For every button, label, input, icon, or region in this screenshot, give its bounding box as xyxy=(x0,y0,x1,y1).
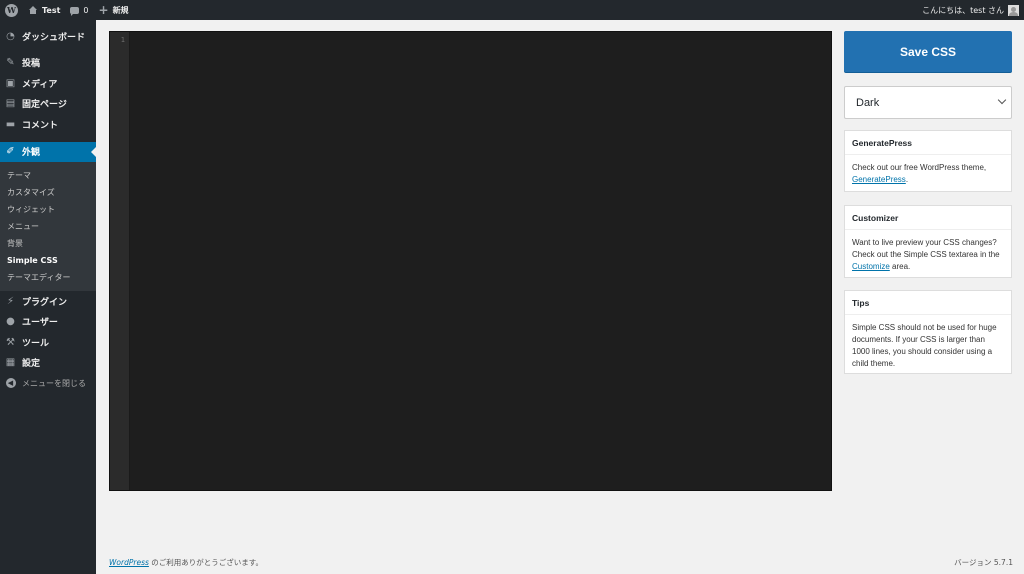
footer-thankyou-text: のご利用ありがとうございます。 xyxy=(148,558,264,567)
collapse-menu-button[interactable]: ◀ メニューを閉じる xyxy=(0,373,96,394)
customizer-box-text: Want to live preview your CSS changes? C… xyxy=(845,230,1011,280)
sidebar-item-tools[interactable]: ⚒ ツール xyxy=(0,332,96,353)
customize-link[interactable]: Customize xyxy=(852,262,890,271)
comment-icon: ▬ xyxy=(5,118,16,130)
sidebar-item-label: ユーザー xyxy=(22,318,58,329)
greeting-text: こんにちは、test さん xyxy=(922,5,1004,15)
wrench-icon: ⚒ xyxy=(6,336,15,348)
sidebar-item-appearance[interactable]: ✐ 外観 xyxy=(0,141,96,162)
sidebar-item-label: 外観 xyxy=(22,148,41,159)
user-icon: ● xyxy=(6,316,15,328)
my-account-link[interactable]: こんにちは、test さん xyxy=(922,4,1024,16)
new-label: 新規 xyxy=(112,5,129,15)
site-name: Test xyxy=(42,5,61,15)
submenu-item-widgets[interactable]: ウィジェット xyxy=(0,201,96,218)
generatepress-text: Check out our free WordPress theme, xyxy=(852,163,987,172)
generatepress-box: GeneratePress Check out our free WordPre… xyxy=(844,130,1012,192)
footer-version: バージョン 5.7.1 xyxy=(954,558,1013,567)
wordpress-link[interactable]: WordPress xyxy=(109,558,149,567)
media-icon: ▣ xyxy=(5,77,16,89)
sidebar-item-plugins[interactable]: ⚡ プラグイン xyxy=(0,291,96,312)
sidebar-item-settings[interactable]: ▦ 設定 xyxy=(0,353,96,374)
new-content-link[interactable]: + 新規 xyxy=(94,0,134,20)
css-code-editor[interactable]: 1 xyxy=(109,31,832,491)
tips-box: Tips Simple CSS should not be used for h… xyxy=(844,290,1012,374)
sidebar-item-label: ツール xyxy=(22,338,50,349)
sidebar-item-dashboard[interactable]: ◔ ダッシュボード xyxy=(0,26,96,47)
submenu-item-menus[interactable]: メニュー xyxy=(0,218,96,235)
comments-link[interactable]: 0 xyxy=(65,0,93,20)
generatepress-box-title: GeneratePress xyxy=(845,131,1011,155)
home-icon xyxy=(28,6,38,14)
pin-icon: ✎ xyxy=(6,57,15,69)
save-css-button[interactable]: Save CSS xyxy=(844,31,1012,72)
sidebar-item-label: 投稿 xyxy=(22,59,41,70)
submenu-item-background[interactable]: 背景 xyxy=(0,235,96,252)
wordpress-logo-button[interactable]: W xyxy=(0,0,23,20)
avatar xyxy=(1008,4,1019,16)
sidebar-item-comments[interactable]: ▬ コメント xyxy=(0,114,96,135)
submenu-item-themes[interactable]: テーマ xyxy=(0,167,96,184)
tips-box-title: Tips xyxy=(845,291,1011,315)
sidebar-item-label: プラグイン xyxy=(22,297,68,308)
settings-icon: ▦ xyxy=(5,357,16,369)
sidebar-item-label: 固定ページ xyxy=(22,100,67,111)
generatepress-text-end: . xyxy=(905,175,909,184)
collapse-arrow-icon: ◀ xyxy=(5,378,16,389)
chevron-down-icon xyxy=(997,95,1007,105)
gutter-divider xyxy=(129,32,130,490)
appearance-submenu: テーマ カスタマイズ ウィジェット メニュー 背景 Simple CSS テーマ… xyxy=(0,162,96,291)
admin-sidebar: ◔ ダッシュボード ✎ 投稿 ▣ メディア ▤ 固定ページ ▬ コメント ✐ 外… xyxy=(0,20,96,574)
line-number: 1 xyxy=(120,36,125,44)
submenu-item-simple-css[interactable]: Simple CSS xyxy=(0,252,96,269)
sidebar-item-label: コメント xyxy=(22,120,59,131)
appearance-icon: ✐ xyxy=(6,146,15,158)
wordpress-logo-icon: W xyxy=(5,3,18,17)
generatepress-box-text: Check out our free WordPress theme, Gene… xyxy=(845,155,1011,193)
sidebar-item-users[interactable]: ● ユーザー xyxy=(0,312,96,333)
site-name-link[interactable]: Test xyxy=(23,0,65,20)
sidebar-item-pages[interactable]: ▤ 固定ページ xyxy=(0,94,96,115)
collapse-menu-label: メニューを閉じる xyxy=(22,378,86,388)
page-icon: ▤ xyxy=(5,98,16,110)
editor-theme-select[interactable]: Dark xyxy=(844,86,1012,119)
sidebar-item-label: ダッシュボード xyxy=(22,32,86,43)
generatepress-link[interactable]: GeneratePress xyxy=(852,175,906,184)
sidebar-item-media[interactable]: ▣ メディア xyxy=(0,73,96,94)
plus-icon: + xyxy=(98,3,109,17)
sidebar-item-posts[interactable]: ✎ 投稿 xyxy=(0,53,96,74)
tips-box-text: Simple CSS should not be used for huge d… xyxy=(852,323,997,368)
dashboard-icon: ◔ xyxy=(6,30,15,42)
admin-bar: W Test 0 + 新規 こんにちは、test さん xyxy=(0,0,1024,20)
customizer-text: Want to live preview your CSS changes? C… xyxy=(852,238,1000,259)
editor-theme-value: Dark xyxy=(856,96,880,109)
submenu-item-customize[interactable]: カスタマイズ xyxy=(0,184,96,201)
line-number-gutter: 1 xyxy=(110,32,129,490)
customizer-text-end: area. xyxy=(889,262,911,271)
customizer-box: Customizer Want to live preview your CSS… xyxy=(844,205,1012,278)
footer-thankyou: WordPress のご利用ありがとうございます。 xyxy=(109,557,263,568)
comment-bubble-icon xyxy=(70,6,80,16)
submenu-item-theme-editor[interactable]: テーマエディター xyxy=(0,269,96,286)
sidebar-item-label: メディア xyxy=(22,79,58,90)
plugin-icon: ⚡ xyxy=(6,295,15,307)
customizer-box-title: Customizer xyxy=(845,206,1011,230)
comments-count: 0 xyxy=(83,5,89,15)
sidebar-item-label: 設定 xyxy=(22,359,41,370)
